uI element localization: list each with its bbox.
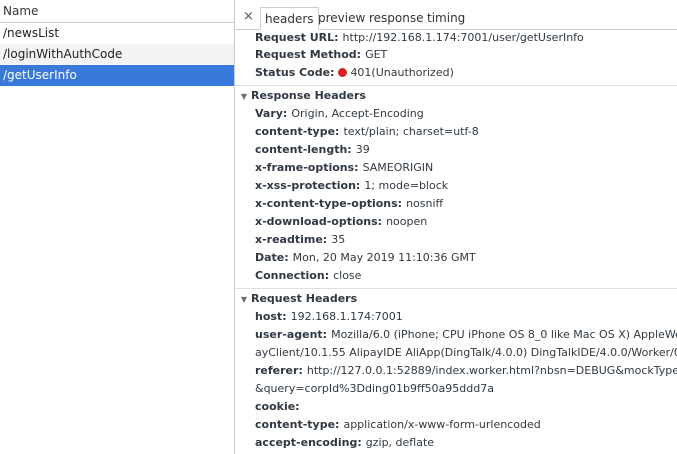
request-row-loginwithauthcode[interactable]: /loginWithAuthCode [0,44,234,65]
header-key: Status Code: [255,66,335,79]
status-code-row: Status Code: 401(Unauthorized) [255,64,454,82]
referer-row: referer: http://127.0.0.1:52889/index.wor… [255,362,677,380]
accept-encoding-row: accept-encoding: gzip, deflate [255,434,434,452]
header-key: x-content-type-options: [255,197,403,210]
section-title: Response Headers [251,89,366,102]
header-key: Request URL: [255,31,339,44]
header-value-continuation: ayClient/10.1.55 AlipayIDE AliApp(DingTa… [255,346,677,359]
header-value: Mozilla/6.0 (iPhone; CPU iPhone OS 8_0 l… [331,328,677,341]
header-value: application/x-www-form-urlencoded [343,418,541,431]
x-content-type-options-row: x-content-type-options: nosniff [255,195,443,213]
header-value: 39 [355,143,370,156]
date-row: Date: Mon, 20 May 2019 11:10:36 GMT [255,249,476,267]
header-key: content-length: [255,143,352,156]
response-headers-section-toggle[interactable]: ▼ Response Headers [235,85,677,104]
header-key: referer: [255,364,303,377]
header-key: user-agent: [255,328,328,341]
header-key: x-frame-options: [255,161,359,174]
header-value: http://192.168.1.174:7001/user/getUserIn… [342,31,584,44]
content-type-row: content-type: text/plain; charset=utf-8 [255,123,479,141]
request-row-getuserinfo[interactable]: /getUserInfo [0,65,234,86]
header-key: x-xss-protection: [255,179,361,192]
name-column-header[interactable]: Name [0,0,234,23]
header-key: Vary: [255,107,288,120]
status-code-value: 401(Unauthorized) [350,66,454,79]
host-row: host: 192.168.1.174:7001 [255,308,403,326]
header-key: Request Method: [255,48,362,61]
connection-row: Connection: close [255,267,361,285]
header-value: GET [365,48,388,61]
expanded-triangle-icon: ▼ [240,295,248,304]
tab-headers[interactable]: headers [260,7,319,30]
status-error-dot-icon [338,68,348,77]
header-key: content-type: [255,418,340,431]
header-value: noopen [386,215,428,228]
x-readtime-row: x-readtime: 35 [255,231,345,249]
request-method-row: Request Method: GET [255,46,387,64]
close-icon[interactable]: × [243,10,254,23]
referer-continuation: &query=corpId%3Dding01b9ff50a95ddd7a [255,380,494,398]
section-title: Request Headers [251,292,358,305]
header-key: Connection: [255,269,330,282]
request-headers-section-toggle[interactable]: ▼ Request Headers [235,288,677,307]
header-value: nosniff [406,197,444,210]
header-value: gzip, deflate [365,436,435,449]
cookie-row: cookie: [255,398,304,416]
header-value: Origin, Accept-Encoding [291,107,424,120]
header-key: cookie: [255,400,300,413]
header-value-continuation: &query=corpId%3Dding01b9ff50a95ddd7a [255,382,494,395]
x-xss-protection-row: x-xss-protection: 1; mode=block [255,177,448,195]
user-agent-row: user-agent: Mozilla/6.0 (iPhone; CPU iPho… [255,326,677,344]
request-row-newslist[interactable]: /newsList [0,23,234,44]
headers-content: Request URL: http://192.168.1.174:7001/us… [235,30,677,454]
header-value: 1; mode=block [364,179,449,192]
tab-preview[interactable]: preview [314,7,369,30]
x-download-options-row: x-download-options: noopen [255,213,427,231]
header-value: SAMEORIGIN [362,161,434,174]
header-value: 192.168.1.174:7001 [290,310,403,323]
header-key: x-readtime: [255,233,328,246]
header-value: 35 [331,233,346,246]
header-value: http://127.0.0.1:52889/index.worker.html… [306,364,677,377]
request-details-pane: × headers preview response timing Reques… [235,0,677,454]
header-value: Mon, 20 May 2019 11:10:36 GMT [292,251,476,264]
user-agent-continuation: ayClient/10.1.55 AlipayIDE AliApp(DingTa… [255,344,677,362]
header-key: accept-encoding: [255,436,362,449]
header-key: host: [255,310,287,323]
request-content-type-row: content-type: application/x-www-form-urle… [255,416,541,434]
tab-response[interactable]: response [365,7,428,30]
x-frame-options-row: x-frame-options: SAMEORIGIN [255,159,433,177]
details-tab-bar: × headers preview response timing [235,0,677,30]
header-key: x-download-options: [255,215,383,228]
tab-timing[interactable]: timing [423,7,469,30]
header-value: close [333,269,362,282]
vary-row: Vary: Origin, Accept-Encoding [255,105,424,123]
header-value: text/plain; charset=utf-8 [343,125,479,138]
expanded-triangle-icon: ▼ [240,92,248,101]
content-length-row: content-length: 39 [255,141,370,159]
header-key: Date: [255,251,289,264]
request-list-pane: Name /newsList /loginWithAuthCode /getUs… [0,0,235,454]
header-key: content-type: [255,125,340,138]
request-url-row: Request URL: http://192.168.1.174:7001/us… [255,30,584,47]
